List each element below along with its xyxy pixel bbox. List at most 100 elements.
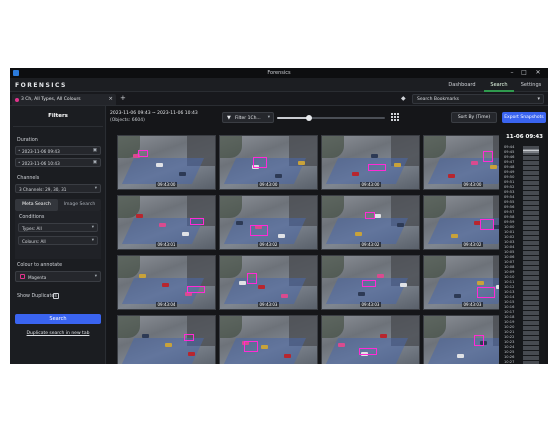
slider-fill — [277, 117, 310, 119]
timeline-density-bar — [523, 195, 539, 200]
vehicle — [275, 174, 282, 178]
duplicate-search-link[interactable]: Duplicate search in new tab — [10, 331, 106, 336]
thumbnail-size-slider[interactable] — [277, 115, 385, 121]
snapshot-thumbnail[interactable]: 09:43:02 — [321, 195, 420, 250]
vehicle — [165, 343, 172, 347]
detection-box — [368, 164, 386, 171]
timeline-panel[interactable]: 09:44 09:45 09:46 09:47 09:48 09:49 09:50 09:51… — [499, 134, 545, 364]
snapshot-thumbnail[interactable]: 09:43:02 — [219, 195, 318, 250]
filter-icon: ▼ — [227, 115, 231, 121]
scene-tree — [118, 256, 140, 278]
timeline-tick-label: 09:52 — [504, 185, 515, 189]
app-header: FORENSICS Dashboard Search Settings — [10, 78, 548, 92]
snapshot-thumbnail[interactable]: 09:43:00 — [117, 135, 216, 190]
annotate-colour-dropdown[interactable]: Magenta ▾ — [15, 271, 101, 282]
vehicle — [278, 234, 285, 238]
grid-view-icon[interactable] — [391, 113, 399, 121]
tab-meta-search[interactable]: Meta Search — [15, 199, 58, 211]
snapshot-thumbnail[interactable]: 09:43:00 — [219, 135, 318, 190]
channels-label: Channels — [17, 176, 40, 181]
types-dropdown[interactable]: Types: All ▾ — [18, 223, 98, 232]
nav-dashboard[interactable]: Dashboard — [442, 78, 482, 92]
timeline-density-bar — [523, 225, 539, 230]
close-tab-icon[interactable]: × — [108, 96, 113, 102]
timeline-tick-label: 10:06 — [504, 255, 515, 259]
sort-button[interactable]: Sort By (Time) — [451, 112, 497, 123]
search-tab[interactable]: 3 Ch, All Types, All Colours × — [12, 94, 116, 105]
detection-box — [365, 212, 375, 219]
slider-handle[interactable] — [306, 115, 313, 121]
channel-filter-dropdown[interactable]: ▼ Filter 1Ch... ▾ — [222, 112, 274, 123]
snapshot-thumbnail[interactable]: 09:43:01 — [117, 195, 216, 250]
timeline-tick-label: 10:20 — [504, 325, 515, 329]
export-snapshots-button[interactable]: Export Snapshots — [502, 112, 546, 123]
forensics-app-window: Forensics – □ ✕ FORENSICS Dashboard Sear… — [10, 68, 548, 364]
detection-box — [362, 280, 376, 287]
colours-dropdown[interactable]: Colours: All ▾ — [18, 236, 98, 245]
timeline-tick-label: 09:54 — [504, 195, 515, 199]
timeline-tick-label: 10:16 — [504, 305, 515, 309]
timeline-tick-label: 09:57 — [504, 210, 515, 214]
timeline-density-bar — [523, 165, 539, 170]
timeline-density-bar — [523, 275, 539, 280]
timeline-tick-label: 09:49 — [504, 170, 515, 174]
timeline-density-bar — [523, 245, 539, 250]
end-marker-icon: • — [18, 160, 21, 165]
maximize-icon[interactable]: □ — [518, 69, 530, 77]
end-datetime-field[interactable]: • 2023-11-06 10:43 ▣ — [15, 158, 101, 167]
search-button[interactable]: Search — [15, 314, 101, 324]
scene-road — [223, 338, 307, 364]
snapshot-thumbnail[interactable] — [117, 315, 216, 364]
snapshot-thumbnail[interactable]: 09:43:03 — [219, 255, 318, 310]
filters-heading: Filters — [48, 113, 68, 119]
search-tab-label: 3 Ch, All Types, All Colours — [21, 97, 81, 102]
scene-tree — [424, 196, 446, 218]
show-duplicates-checkbox[interactable] — [53, 293, 59, 299]
timeline-tick-label: 10:04 — [504, 245, 515, 249]
timeline-tick-label: 10:01 — [504, 230, 515, 234]
minimize-icon[interactable]: – — [506, 69, 518, 77]
snapshot-thumbnail[interactable] — [321, 315, 420, 364]
vehicle — [179, 172, 186, 176]
scene-tree — [220, 196, 242, 218]
timeline-density-bar — [523, 315, 539, 320]
scene-tree — [220, 136, 242, 158]
vehicle — [397, 223, 404, 227]
timeline-density-bar — [523, 145, 539, 150]
timeline-tick-label: 10:08 — [504, 265, 515, 269]
bookmark-icon: ◆ — [401, 95, 406, 102]
detection-box — [359, 348, 377, 355]
scene-tree — [322, 256, 344, 278]
timeline-tick-label: 10:23 — [504, 340, 515, 344]
detection-box — [477, 287, 495, 298]
snapshot-thumbnail[interactable]: 09:43:03 — [321, 255, 420, 310]
calendar-icon[interactable]: ▣ — [93, 148, 97, 153]
detection-box — [138, 150, 148, 157]
timeline-tick-label: 10:12 — [504, 285, 515, 289]
channels-dropdown[interactable]: 3 Channels: 29, 30, 31 ▾ — [15, 184, 101, 193]
nav-search[interactable]: Search — [484, 78, 514, 92]
timeline-density-bar — [523, 305, 539, 310]
vehicle — [142, 334, 149, 338]
thumbnail-timestamp: 09:43:03 — [461, 302, 484, 307]
start-datetime-field[interactable]: • 2023-11-06 09:43 ▣ — [15, 146, 101, 155]
vehicle — [394, 163, 401, 167]
timeline-density-bar — [523, 250, 539, 255]
snapshot-thumbnail[interactable]: 09:43:04 — [117, 255, 216, 310]
scene-tree — [322, 136, 344, 158]
snapshot-thumbnail[interactable] — [219, 315, 318, 364]
timeline-tick-label: 10:22 — [504, 335, 515, 339]
calendar-icon[interactable]: ▣ — [93, 160, 97, 165]
close-window-icon[interactable]: ✕ — [532, 69, 544, 77]
scene-road — [427, 218, 511, 244]
thumbnail-timestamp: 09:43:02 — [257, 242, 280, 247]
search-bookmarks-dropdown[interactable]: Search Bookmarks ▾ — [412, 94, 544, 104]
add-tab-icon[interactable]: + — [120, 94, 126, 102]
scene-tree — [424, 136, 446, 158]
vehicle — [355, 232, 362, 236]
nav-settings[interactable]: Settings — [516, 78, 546, 92]
snapshot-thumbnail[interactable]: 09:43:00 — [321, 135, 420, 190]
tab-image-search[interactable]: Image Search — [58, 199, 101, 211]
timeline-tick-label: 10:03 — [504, 240, 515, 244]
vehicle — [490, 165, 497, 169]
